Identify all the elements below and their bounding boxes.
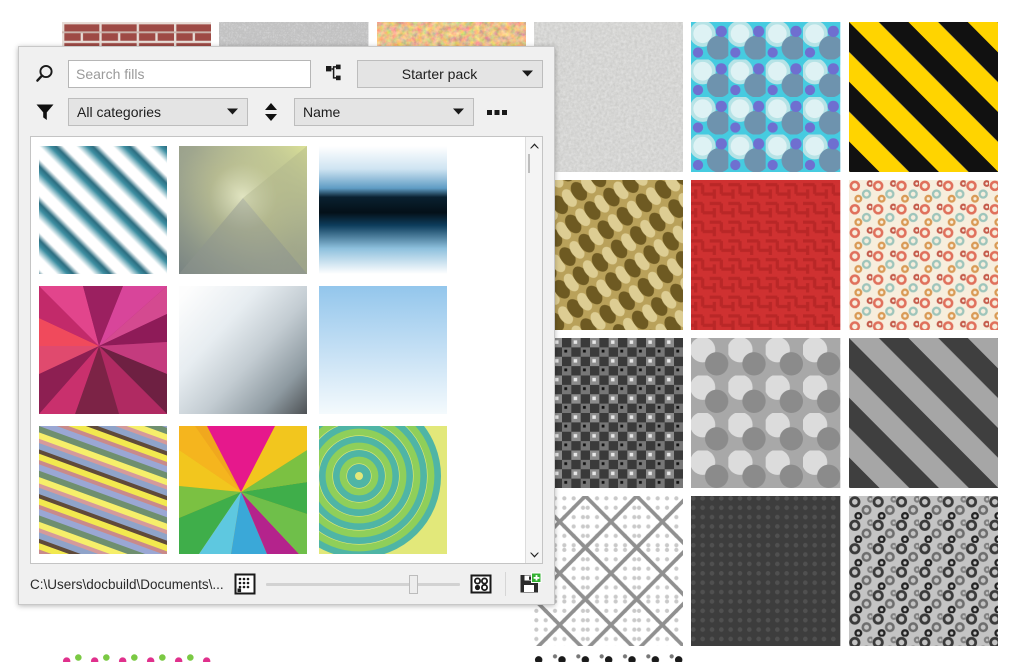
bg-swatch-red-maze[interactable] — [691, 180, 841, 330]
fill-swatch-green-concentric-rings[interactable] — [318, 425, 448, 555]
bg-swatch-hazard-stripes[interactable] — [848, 22, 998, 172]
fill-swatch-silver-diagonal-gradient[interactable] — [178, 285, 308, 415]
bg-swatch-gray-diagonal-stripes[interactable] — [848, 338, 998, 488]
fill-swatch-rainbow-pinwheel[interactable] — [178, 425, 308, 555]
toolbar-row-filter: All categories Name — [30, 95, 543, 129]
chevron-up-icon[interactable] — [526, 137, 543, 154]
search-input[interactable] — [68, 60, 311, 88]
fill-picker-dialog: Starter pack All categories — [18, 46, 555, 605]
bg-swatch-cyan-circles[interactable] — [691, 22, 841, 172]
fill-list-panel — [30, 136, 543, 564]
fill-swatch-magenta-conical-burst[interactable] — [38, 285, 168, 415]
fill-swatch-blue-black-bands[interactable] — [318, 145, 448, 275]
hierarchy-tree-icon[interactable] — [319, 59, 349, 89]
bg-swatch-cream-confetti[interactable] — [848, 180, 998, 330]
bg-cell-empty-12 — [848, 654, 998, 662]
small-thumbnails-icon[interactable] — [230, 569, 260, 599]
bg-cell-empty-10 — [219, 654, 369, 662]
fill-swatch-teal-diagonal-stripes[interactable] — [38, 145, 168, 275]
fill-grid — [31, 137, 525, 563]
bg-swatch-charcoal-dots[interactable] — [691, 496, 841, 646]
pack-select-value: Starter pack — [401, 66, 478, 82]
fill-picker-toolbar: Starter pack All categories — [19, 47, 554, 133]
slider-handle[interactable] — [409, 574, 419, 594]
fill-swatch-rainbow-diagonal-stripes[interactable] — [38, 425, 168, 555]
funnel-filter-icon[interactable] — [30, 97, 60, 127]
statusbar-divider — [505, 572, 506, 596]
fill-list-scrollbar[interactable] — [525, 137, 542, 563]
current-folder-path: C:\Users\docbuild\Documents\... — [30, 576, 224, 592]
bg-swatch-black-dots[interactable] — [533, 654, 684, 662]
bg-swatch-diamond-lattice[interactable] — [533, 496, 684, 646]
fill-swatch-olive-conical-gradient[interactable] — [178, 145, 308, 275]
category-select-value: All categories — [77, 104, 162, 120]
search-icon — [30, 59, 60, 89]
bg-swatch-color-confetti-dots[interactable] — [62, 654, 212, 662]
bg-swatch-silver-speckle[interactable] — [533, 22, 684, 172]
chevron-down-icon — [452, 103, 465, 121]
fill-swatch-sky-blue-gradient[interactable] — [318, 285, 448, 415]
slider-rail — [265, 582, 460, 586]
chevron-down-icon — [521, 65, 534, 83]
app-root: Starter pack All categories — [0, 0, 1020, 662]
sort-select[interactable]: Name — [294, 98, 474, 126]
chevron-down-icon[interactable] — [526, 546, 543, 563]
bg-swatch-dark-woven-fabric[interactable] — [533, 338, 684, 488]
sort-updown-icon[interactable] — [256, 97, 286, 127]
category-select[interactable]: All categories — [68, 98, 248, 126]
large-thumbnails-icon[interactable] — [466, 569, 496, 599]
bg-swatch-gold-weave[interactable] — [533, 180, 684, 330]
bg-cell-empty-11 — [691, 654, 841, 662]
pack-select[interactable]: Starter pack — [357, 60, 543, 88]
fill-picker-statusbar: C:\Users\docbuild\Documents\... — [19, 564, 554, 604]
thumbnail-size-slider[interactable] — [265, 573, 460, 595]
sort-select-value: Name — [303, 104, 341, 120]
scrollbar-thumb[interactable] — [527, 154, 530, 173]
save-add-icon[interactable] — [515, 569, 545, 599]
scrollbar-track[interactable] — [526, 154, 543, 546]
more-options-icon[interactable] — [482, 97, 512, 127]
toolbar-row-search: Starter pack — [30, 57, 543, 91]
chevron-down-icon — [226, 103, 239, 121]
bg-swatch-gray-zigzag[interactable] — [376, 654, 526, 662]
bg-swatch-gray-confetti[interactable] — [848, 496, 998, 646]
bg-swatch-gray-circles[interactable] — [691, 338, 841, 488]
